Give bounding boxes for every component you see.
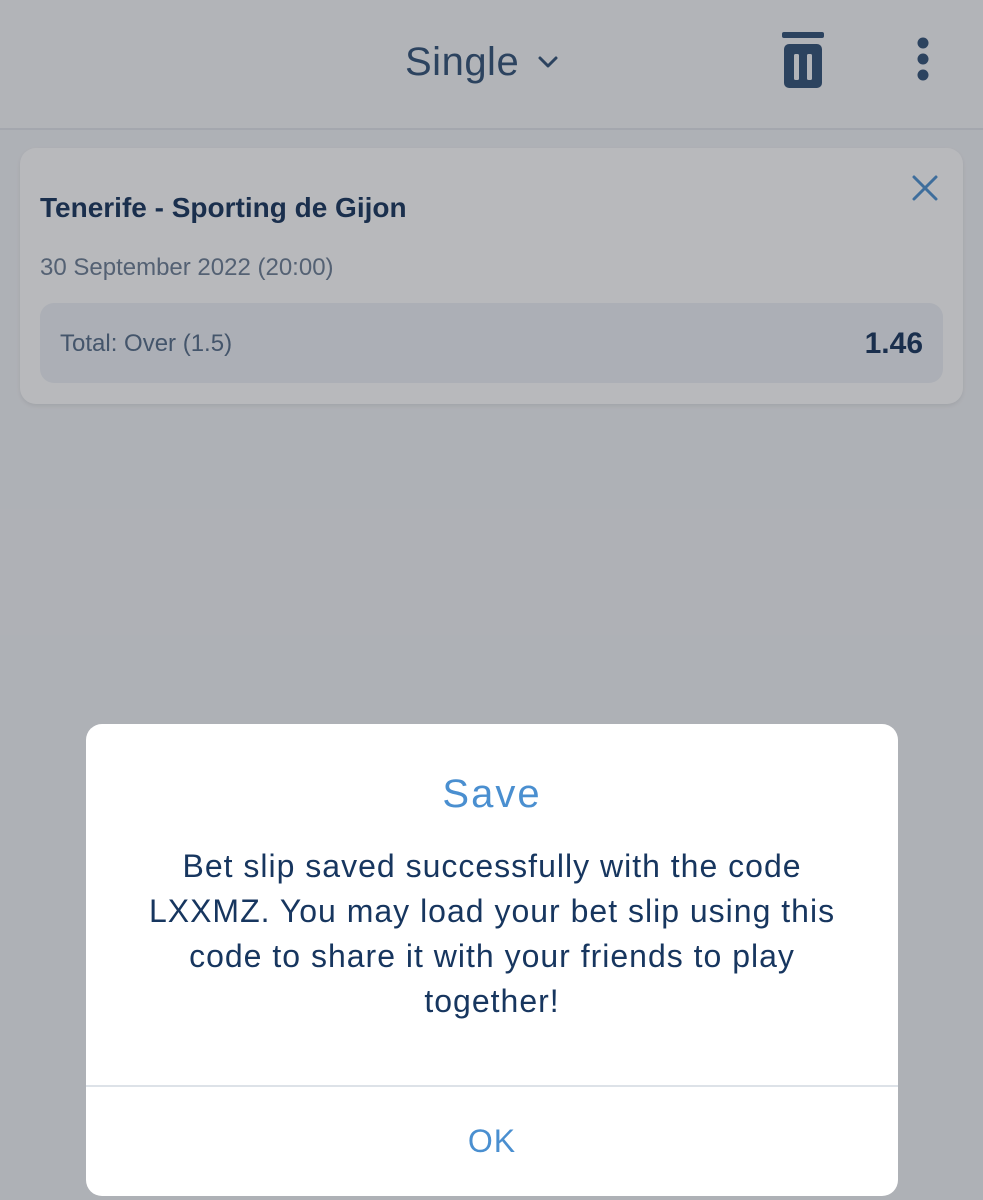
save-dialog: Save Bet slip saved successfully with th… bbox=[86, 724, 898, 1196]
dialog-title: Save bbox=[442, 772, 542, 816]
dialog-message: Bet slip saved successfully with the cod… bbox=[148, 848, 836, 1019]
ok-button[interactable]: OK bbox=[86, 1087, 898, 1196]
